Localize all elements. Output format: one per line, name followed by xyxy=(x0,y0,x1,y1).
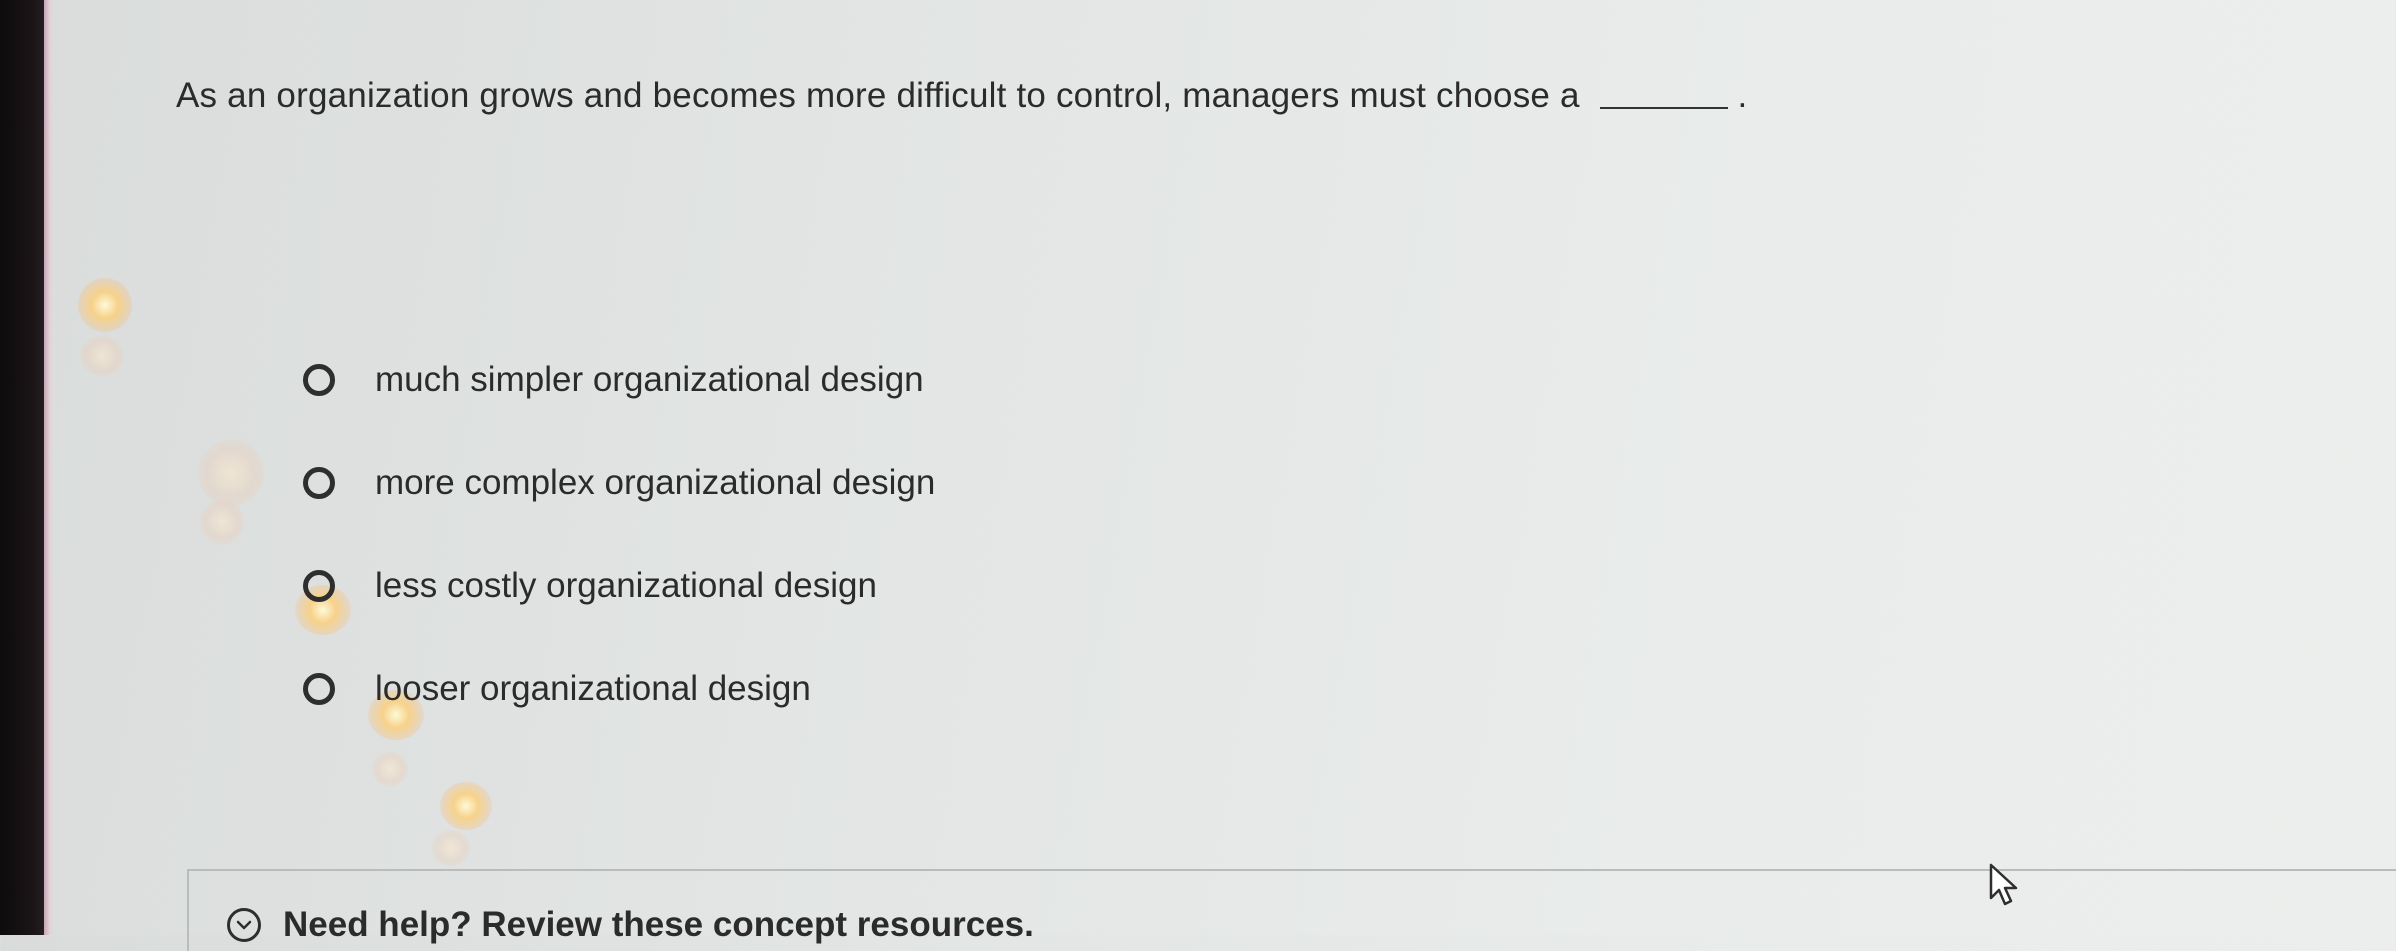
help-resources-toggle[interactable]: Need help? Review these concept resource… xyxy=(227,905,1034,945)
reflection-glare xyxy=(440,782,492,830)
radio-button[interactable] xyxy=(303,363,335,396)
reflection-glare xyxy=(198,440,264,506)
reflection-glare xyxy=(200,500,244,544)
option-label: more complex organizational design xyxy=(375,462,936,502)
question-text: As an organization grows and becomes mor… xyxy=(176,76,1580,115)
option-much-simpler[interactable]: much simpler organizational design xyxy=(303,328,935,431)
radio-button[interactable] xyxy=(303,466,335,499)
option-label: much simpler organizational design xyxy=(375,359,924,399)
reflection-glare xyxy=(432,830,470,866)
reflection-glare xyxy=(80,336,124,376)
answer-blank xyxy=(1599,107,1728,109)
help-resources-label[interactable]: Need help? Review these concept resource… xyxy=(283,905,1034,945)
mouse-pointer-icon xyxy=(1989,863,2018,906)
question-prompt: As an organization grows and becomes mor… xyxy=(176,76,1747,116)
option-less-costly[interactable]: less costly organizational design xyxy=(303,534,935,637)
answer-options: much simpler organizational design more … xyxy=(303,328,935,740)
radio-button[interactable] xyxy=(303,569,335,602)
reflection-glare xyxy=(78,278,132,332)
option-label: less costly organizational design xyxy=(375,565,877,605)
chevron-down-circle-icon[interactable] xyxy=(227,908,261,942)
option-more-complex[interactable]: more complex organizational design xyxy=(303,431,935,534)
option-label: looser organizational design xyxy=(375,668,811,708)
reflection-glare xyxy=(372,752,408,786)
bezel-edge xyxy=(44,0,54,935)
screen-bezel xyxy=(0,0,48,935)
option-looser[interactable]: looser organizational design xyxy=(303,637,935,740)
question-suffix: . xyxy=(1737,76,1748,115)
radio-button[interactable] xyxy=(303,672,335,705)
